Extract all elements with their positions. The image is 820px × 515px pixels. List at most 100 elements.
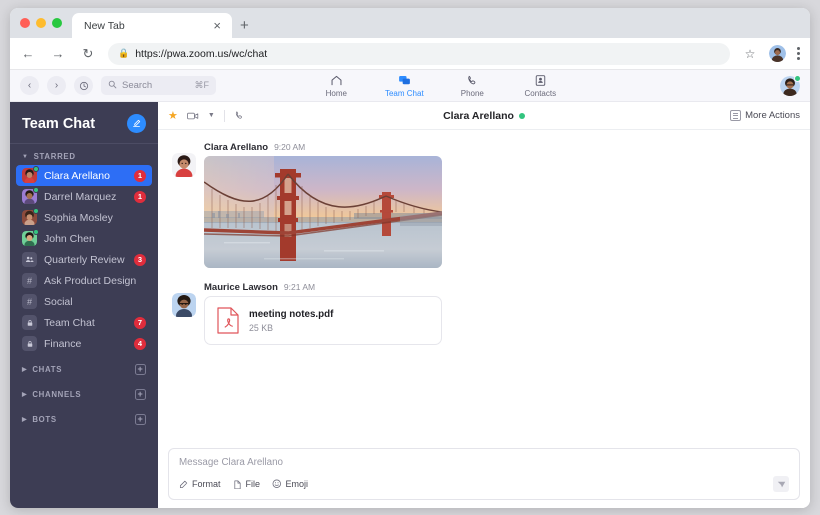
- sidebar-group-chats[interactable]: ▶ CHATS +: [10, 360, 158, 379]
- sidebar-item-quarterly-review[interactable]: Quarterly Review 3: [16, 249, 152, 270]
- message-meta: Clara Arellano 9:20 AM: [204, 142, 442, 153]
- chevron-right-icon[interactable]: ›: [47, 76, 66, 95]
- search-shortcut: ⌘F: [194, 80, 210, 90]
- sidebar-header: Team Chat: [10, 102, 158, 143]
- format-button[interactable]: Format: [179, 479, 221, 489]
- browser-tab[interactable]: New Tab ×: [72, 13, 232, 38]
- nav-tab-team-chat-label: Team Chat: [384, 88, 424, 98]
- composer-toolbar: Format File Emoji: [169, 476, 799, 499]
- search-input[interactable]: Search ⌘F: [101, 76, 216, 95]
- close-window-button[interactable]: [20, 18, 30, 28]
- plus-icon[interactable]: +: [240, 17, 249, 34]
- sidebar-group-bots[interactable]: ▶ BOTS +: [10, 410, 158, 429]
- plus-square-icon[interactable]: +: [135, 414, 146, 425]
- emoji-smiley-icon: [272, 479, 282, 489]
- status-badge-online: [33, 187, 39, 193]
- chat-title-group: Clara Arellano: [158, 110, 810, 122]
- message-body: Maurice Lawson 9:21 AM meeting notes.pdf…: [204, 282, 442, 345]
- sidebar-group-starred-label: STARRED: [33, 152, 76, 161]
- sidebar-item-finance[interactable]: Finance 4: [16, 333, 152, 354]
- more-actions-button[interactable]: More Actions: [730, 110, 800, 121]
- sidebar-divider: [10, 143, 158, 144]
- avatar: [22, 229, 39, 246]
- format-label: Format: [192, 479, 221, 489]
- star-filled-icon[interactable]: ★: [168, 109, 178, 122]
- sidebar-group-channels[interactable]: ▶ CHANNELS +: [10, 385, 158, 404]
- sidebar-group-channels-label: CHANNELS: [32, 390, 82, 399]
- url-input[interactable]: 🔒 https://pwa.zoom.us/wc/chat: [108, 42, 730, 65]
- nav-tab-home[interactable]: Home: [313, 73, 359, 99]
- avatar: [22, 166, 39, 183]
- video-camera-icon[interactable]: [186, 111, 199, 121]
- send-paperplane-icon[interactable]: [773, 476, 789, 492]
- message-image-attachment[interactable]: [204, 156, 442, 268]
- clock-history-icon[interactable]: [74, 76, 93, 95]
- sidebar-item-team-chat[interactable]: Team Chat 7: [16, 312, 152, 333]
- status-badge-online: [518, 112, 525, 119]
- app-nav-tabs: Home Team Chat Phone Contacts: [313, 73, 593, 99]
- page-title: Clara Arellano: [443, 109, 514, 122]
- sidebar: Team Chat ▼ STARRED Clara Arellano 1 Dar…: [10, 102, 158, 508]
- window-traffic-lights: [18, 8, 72, 38]
- file-page-icon: [233, 480, 242, 489]
- sidebar-item-label: Quarterly Review: [44, 253, 125, 266]
- compose-pencil-icon[interactable]: [127, 114, 146, 133]
- sidebar-item-label: Sophia Mosley: [44, 211, 113, 224]
- status-badge-online: [33, 208, 39, 214]
- message-author: Clara Arellano: [204, 142, 269, 153]
- kebab-menu-icon[interactable]: [795, 45, 802, 62]
- arrow-left-icon[interactable]: ←: [18, 44, 38, 64]
- message-file-attachment[interactable]: meeting notes.pdf 25 KB: [204, 296, 442, 345]
- nav-tab-phone[interactable]: Phone: [449, 73, 495, 99]
- nav-tab-team-chat[interactable]: Team Chat: [381, 73, 427, 99]
- sidebar-item-ask-product-design[interactable]: # Ask Product Design: [16, 270, 152, 291]
- contacts-card-icon: [534, 73, 547, 88]
- file-label: File: [245, 479, 261, 489]
- sidebar-item-clara-arellano[interactable]: Clara Arellano 1: [16, 165, 152, 186]
- sidebar-item-sophia-mosley[interactable]: Sophia Mosley: [16, 207, 152, 228]
- avatar: [22, 208, 39, 225]
- message-item: Clara Arellano 9:20 AM: [158, 138, 810, 268]
- message-item: Maurice Lawson 9:21 AM meeting notes.pdf…: [158, 268, 810, 345]
- sidebar-group-starred[interactable]: ▼ STARRED: [10, 148, 158, 165]
- maximize-window-button[interactable]: [52, 18, 62, 28]
- unread-badge: 1: [134, 169, 146, 182]
- star-outline-icon[interactable]: ☆: [740, 44, 760, 64]
- sidebar-group-bots-label: BOTS: [32, 415, 57, 424]
- file-info: meeting notes.pdf 25 KB: [249, 308, 333, 333]
- chevron-down-icon: ▼: [22, 153, 29, 160]
- hash-icon: #: [22, 294, 37, 309]
- arrow-right-icon[interactable]: →: [48, 44, 68, 64]
- file-button[interactable]: File: [233, 479, 261, 489]
- plus-square-icon[interactable]: +: [135, 389, 146, 400]
- search-placeholder: Search: [122, 80, 153, 91]
- nav-tab-contacts-label: Contacts: [524, 88, 557, 98]
- sidebar-item-darrel-marquez[interactable]: Darrel Marquez 1: [16, 186, 152, 207]
- message-timestamp: 9:20 AM: [274, 142, 306, 152]
- sidebar-title: Team Chat: [22, 115, 96, 132]
- plus-square-icon[interactable]: +: [135, 364, 146, 375]
- user-avatar[interactable]: [779, 74, 801, 96]
- message-body: Clara Arellano 9:20 AM: [204, 142, 442, 268]
- chevron-down-icon[interactable]: ▼: [208, 112, 215, 119]
- nav-tab-home-label: Home: [325, 88, 347, 98]
- minimize-window-button[interactable]: [36, 18, 46, 28]
- app-body: Team Chat ▼ STARRED Clara Arellano 1 Dar…: [10, 102, 810, 508]
- sidebar-item-john-chen[interactable]: John Chen: [16, 228, 152, 249]
- avatar: [172, 153, 196, 177]
- message-input[interactable]: Message Clara Arellano: [169, 449, 799, 476]
- close-icon[interactable]: ×: [210, 19, 224, 32]
- sidebar-item-social[interactable]: # Social: [16, 291, 152, 312]
- unread-badge: 1: [134, 190, 146, 203]
- phone-handset-icon[interactable]: [234, 110, 245, 121]
- message-composer: Message Clara Arellano Format File Emoji: [168, 448, 800, 500]
- nav-tab-phone-label: Phone: [460, 88, 484, 98]
- nav-tab-contacts[interactable]: Contacts: [517, 73, 563, 99]
- sidebar-item-label: Ask Product Design: [44, 274, 137, 287]
- chevron-left-icon[interactable]: ‹: [20, 76, 39, 95]
- reload-icon[interactable]: ↻: [78, 44, 98, 64]
- profile-avatar-icon[interactable]: [769, 45, 786, 62]
- emoji-button[interactable]: Emoji: [272, 479, 308, 489]
- status-badge-online: [793, 74, 801, 82]
- url-text: https://pwa.zoom.us/wc/chat: [135, 47, 268, 60]
